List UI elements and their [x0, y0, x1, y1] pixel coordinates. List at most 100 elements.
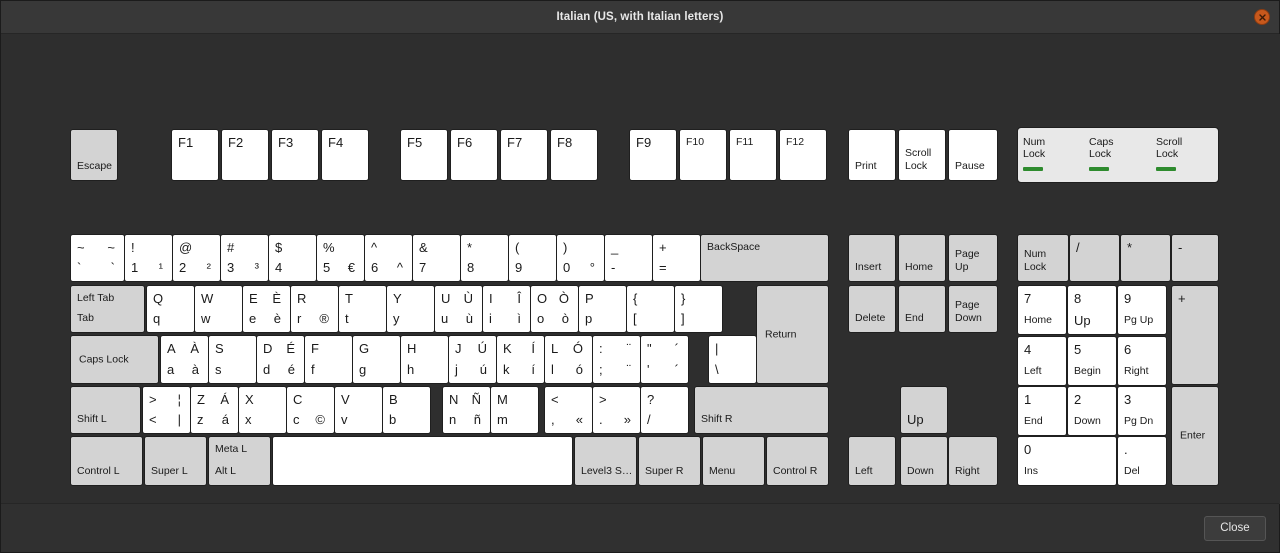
- key-numpad-6[interactable]: 6 Right: [1117, 336, 1167, 386]
- key-arrow-left[interactable]: Left: [848, 436, 896, 486]
- key-slash[interactable]: ? /: [640, 386, 689, 434]
- key-insert[interactable]: Insert: [848, 234, 896, 282]
- key-y[interactable]: Yy: [386, 285, 435, 333]
- key-tab[interactable]: Left Tab Tab: [70, 285, 145, 333]
- key-bracket-left[interactable]: {[: [626, 285, 675, 333]
- key-escape[interactable]: Escape: [70, 129, 118, 181]
- key-numpad-4[interactable]: 4 Left: [1017, 336, 1067, 386]
- key-o[interactable]: OoÒò: [530, 285, 579, 333]
- key-minus[interactable]: _-­: [604, 234, 653, 282]
- key-control-left[interactable]: Control L: [70, 436, 143, 486]
- key-caps-lock[interactable]: Caps Lock: [70, 335, 159, 384]
- key-f5[interactable]: F5: [400, 129, 448, 181]
- key-f10[interactable]: F10: [679, 129, 727, 181]
- key-f11[interactable]: F11: [729, 129, 777, 181]
- key-numpad-9[interactable]: 9 Pg Up: [1117, 285, 1167, 335]
- key-backspace[interactable]: BackSpace: [700, 234, 829, 282]
- key-d[interactable]: DdÉé: [256, 335, 305, 384]
- key-4[interactable]: $4: [268, 234, 317, 282]
- key-f12[interactable]: F12: [779, 129, 827, 181]
- close-icon[interactable]: [1254, 9, 1270, 25]
- key-numpad-7[interactable]: 7 Home: [1017, 285, 1067, 335]
- key-numpad-divide[interactable]: /: [1069, 234, 1120, 282]
- key-5[interactable]: % 5 €: [316, 234, 365, 282]
- key-8[interactable]: * 8: [460, 234, 509, 282]
- key-s[interactable]: Ss: [208, 335, 257, 384]
- key-print[interactable]: Print: [848, 129, 896, 181]
- key-f4[interactable]: F4: [321, 129, 369, 181]
- key-home[interactable]: Home: [898, 234, 946, 282]
- key-less-greater[interactable]: > < ¦ |: [142, 386, 191, 434]
- key-delete[interactable]: Delete: [848, 285, 896, 333]
- key-numpad-3[interactable]: 3 Pg Dn: [1117, 386, 1167, 436]
- key-semicolon[interactable]: :; ¨ ¨: [592, 335, 641, 384]
- key-arrow-up[interactable]: Up: [900, 386, 948, 434]
- key-shift-right[interactable]: Shift R: [694, 386, 829, 434]
- key-num-lock[interactable]: Num Lock: [1017, 234, 1069, 282]
- key-t[interactable]: Tt: [338, 285, 387, 333]
- key-0[interactable]: ) 0 °: [556, 234, 605, 282]
- key-6[interactable]: ^ 6 ^: [364, 234, 413, 282]
- key-q[interactable]: Qq: [146, 285, 195, 333]
- key-page-down[interactable]: Page Down: [948, 285, 998, 333]
- key-7[interactable]: & 7: [412, 234, 461, 282]
- key-super-left[interactable]: Super L: [144, 436, 207, 486]
- key-f1[interactable]: F1: [171, 129, 219, 181]
- key-v[interactable]: Vv: [334, 386, 383, 434]
- key-level3-shift[interactable]: Level3 S…: [574, 436, 637, 486]
- key-period[interactable]: >. »: [592, 386, 641, 434]
- key-page-up[interactable]: Page Up: [948, 234, 998, 282]
- key-i[interactable]: Ii Îì: [482, 285, 531, 333]
- key-r[interactable]: Rr ®: [290, 285, 339, 333]
- key-u[interactable]: UuÙù: [434, 285, 483, 333]
- key-numpad-subtract[interactable]: -: [1171, 234, 1219, 282]
- key-m[interactable]: Mm: [490, 386, 539, 434]
- key-h[interactable]: Hh: [400, 335, 449, 384]
- key-9[interactable]: (9: [508, 234, 557, 282]
- key-shift-left[interactable]: Shift L: [70, 386, 141, 434]
- key-numpad-decimal[interactable]: . Del: [1117, 436, 1167, 486]
- key-f8[interactable]: F8: [550, 129, 598, 181]
- key-g[interactable]: Gg: [352, 335, 401, 384]
- key-numpad-2[interactable]: 2 Down: [1067, 386, 1117, 436]
- key-f6[interactable]: F6: [450, 129, 498, 181]
- key-c[interactable]: Cc ©: [286, 386, 335, 434]
- key-k[interactable]: Kk Íí: [496, 335, 545, 384]
- key-numpad-8[interactable]: 8 Up: [1067, 285, 1117, 335]
- key-numpad-add[interactable]: +: [1171, 285, 1219, 385]
- key-numpad-0[interactable]: 0 Ins: [1017, 436, 1117, 486]
- key-e[interactable]: EeÈè: [242, 285, 291, 333]
- key-grave[interactable]: ~ ` ~ `: [70, 234, 125, 282]
- key-numpad-5[interactable]: 5 Begin: [1067, 336, 1117, 386]
- key-menu[interactable]: Menu: [702, 436, 765, 486]
- key-w[interactable]: Ww: [194, 285, 243, 333]
- key-1[interactable]: ! 1 ¹: [124, 234, 173, 282]
- key-f3[interactable]: F3: [271, 129, 319, 181]
- key-scroll-lock[interactable]: Scroll Lock: [898, 129, 946, 181]
- key-z[interactable]: Zz Áá: [190, 386, 239, 434]
- key-comma[interactable]: <, «: [544, 386, 593, 434]
- key-l[interactable]: Ll Óó: [544, 335, 593, 384]
- key-n[interactable]: NnÑñ: [442, 386, 491, 434]
- key-end[interactable]: End: [898, 285, 946, 333]
- key-numpad-1[interactable]: 1 End: [1017, 386, 1067, 436]
- key-numpad-enter[interactable]: Enter: [1171, 386, 1219, 486]
- key-f9[interactable]: F9: [629, 129, 677, 181]
- key-alt-left[interactable]: Meta L Alt L: [208, 436, 271, 486]
- key-p[interactable]: Pp: [578, 285, 627, 333]
- close-button[interactable]: Close: [1204, 515, 1266, 541]
- key-3[interactable]: #3 ³: [220, 234, 269, 282]
- key-super-right[interactable]: Super R: [638, 436, 701, 486]
- key-return[interactable]: Return: [756, 285, 829, 384]
- key-backslash[interactable]: | \: [708, 335, 757, 384]
- key-control-right[interactable]: Control R: [766, 436, 829, 486]
- key-pause[interactable]: Pause: [948, 129, 998, 181]
- key-f2[interactable]: F2: [221, 129, 269, 181]
- key-x[interactable]: Xx: [238, 386, 287, 434]
- key-b[interactable]: Bb: [382, 386, 431, 434]
- key-apostrophe[interactable]: " ' ´ ´: [640, 335, 689, 384]
- key-a[interactable]: AaÀà: [160, 335, 209, 384]
- key-bracket-right[interactable]: }]: [674, 285, 723, 333]
- key-arrow-down[interactable]: Down: [900, 436, 948, 486]
- key-2[interactable]: @2 ²: [172, 234, 221, 282]
